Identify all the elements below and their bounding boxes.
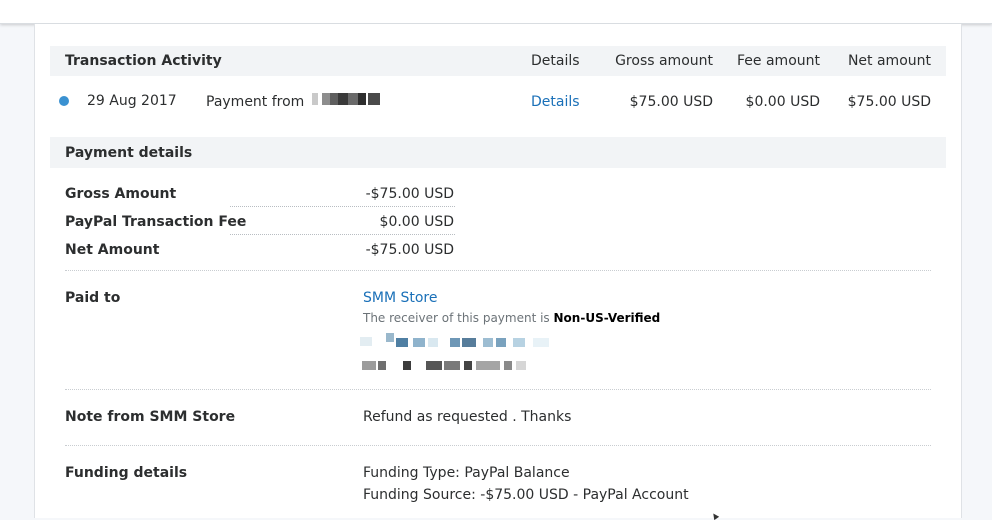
receiver-verification-status: Non-US-Verified bbox=[553, 311, 661, 325]
gross-amount-value: -$75.00 USD bbox=[365, 186, 454, 202]
section-divider bbox=[65, 389, 931, 390]
transaction-row[interactable]: 29 Aug 2017 Payment from Details $75.00 … bbox=[50, 86, 946, 116]
payment-details-title: Payment details bbox=[65, 145, 193, 161]
transaction-gross-amount: $75.00 USD bbox=[629, 94, 713, 110]
paid-to-label: Paid to bbox=[65, 290, 121, 306]
receiver-status-line: The receiver of this payment is Non-US-V… bbox=[363, 311, 660, 325]
fee-value: $0.00 USD bbox=[379, 214, 454, 230]
transaction-details-link[interactable]: Details bbox=[531, 94, 580, 110]
fee-label: PayPal Transaction Fee bbox=[65, 214, 247, 230]
funding-details-label: Funding details bbox=[65, 465, 188, 481]
column-header-details: Details bbox=[531, 53, 580, 69]
column-header-fee-amount: Fee amount bbox=[737, 53, 820, 69]
note-value: Refund as requested . Thanks bbox=[363, 409, 572, 425]
funding-type: Funding Type: PayPal Balance bbox=[363, 465, 570, 481]
section-divider bbox=[65, 270, 931, 271]
top-bar bbox=[0, 0, 992, 24]
receiver-text: The receiver of this payment is bbox=[363, 311, 550, 325]
note-label: Note from SMM Store bbox=[65, 409, 236, 425]
transaction-net-amount: $75.00 USD bbox=[847, 94, 931, 110]
column-header-gross-amount: Gross amount bbox=[615, 53, 713, 69]
status-dot-icon bbox=[59, 96, 69, 106]
fee-divider bbox=[230, 234, 455, 235]
payment-details-header: Payment details bbox=[50, 137, 946, 168]
transaction-description: Payment from bbox=[206, 94, 305, 110]
section-divider bbox=[65, 445, 931, 446]
gross-amount-label: Gross Amount bbox=[65, 186, 177, 202]
transaction-activity-title: Transaction Activity bbox=[65, 53, 222, 69]
net-amount-value: -$75.00 USD bbox=[365, 242, 454, 258]
net-amount-label: Net Amount bbox=[65, 242, 160, 258]
redacted-receiver-info bbox=[358, 333, 553, 373]
transaction-fee-amount: $0.00 USD bbox=[745, 94, 820, 110]
transaction-activity-header: Transaction Activity Details Gross amoun… bbox=[50, 46, 946, 76]
transaction-date: 29 Aug 2017 bbox=[87, 93, 177, 109]
funding-source: Funding Source: -$75.00 USD - PayPal Acc… bbox=[363, 487, 689, 503]
gross-divider bbox=[230, 206, 455, 207]
paid-to-name-link[interactable]: SMM Store bbox=[363, 290, 438, 306]
column-header-net-amount: Net amount bbox=[847, 53, 931, 69]
redacted-payer-name bbox=[312, 93, 380, 105]
